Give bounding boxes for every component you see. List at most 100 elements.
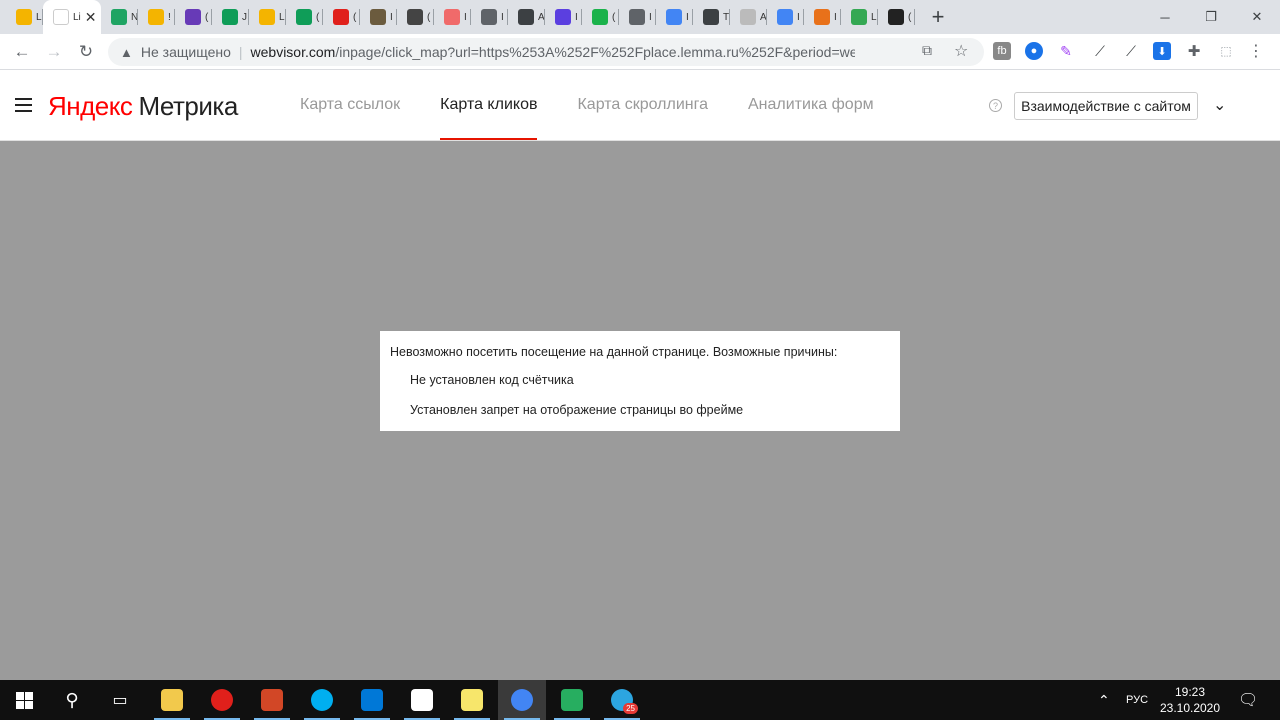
edge-icon: [361, 689, 383, 711]
browser-tab[interactable]: I: [434, 0, 471, 34]
browser-tab[interactable]: (: [286, 0, 323, 34]
asana-icon: [444, 9, 460, 25]
url-host: webvisor.com: [250, 44, 336, 60]
metrika-favicon-icon: [16, 9, 32, 25]
powerpoint-icon: [261, 689, 283, 711]
windows-logo-icon: [15, 691, 33, 709]
system-clock[interactable]: 19:23 23.10.2020: [1150, 684, 1230, 716]
address-bar[interactable]: ▲ Не защищено | webvisor.com /inpage/cli…: [108, 38, 984, 66]
browser-tab[interactable]: (: [582, 0, 619, 34]
tab-title: I: [390, 11, 393, 23]
url-path: /inpage/click_map?url=https%253A%252F%25…: [335, 44, 856, 60]
browser-tab[interactable]: I: [804, 0, 841, 34]
close-window-button[interactable]: ✕: [1234, 0, 1280, 34]
browser-tab[interactable]: A: [508, 0, 545, 34]
tray-chevron-up-icon[interactable]: ⌃: [1098, 680, 1110, 720]
download-extension-icon[interactable]: ⬇: [1153, 42, 1171, 60]
close-tab-icon[interactable]: ✕: [85, 9, 97, 26]
store-icon: [411, 689, 433, 711]
tab-title: !: [168, 11, 171, 23]
taskbar-app[interactable]: [298, 680, 346, 720]
profile-icon[interactable]: ⬚: [1217, 42, 1235, 60]
tab-list: L Li ✕ N! (J L ((I (I I A I (I I T A I I L (: [0, 0, 915, 34]
browser-tab[interactable]: J: [212, 0, 249, 34]
hamburger-menu-icon[interactable]: [15, 98, 32, 112]
tab-title: L: [279, 11, 285, 23]
browser-tab[interactable]: A: [730, 0, 767, 34]
search-icon[interactable]: ⚲: [48, 680, 96, 720]
tab-title: I: [649, 11, 652, 23]
browser-tab[interactable]: I: [619, 0, 656, 34]
taskbar-app[interactable]: [498, 680, 546, 720]
tab-title: T: [723, 11, 730, 23]
tab-title: A: [538, 11, 545, 23]
tab-title: I: [686, 11, 689, 23]
opera-icon: [211, 689, 233, 711]
chevron-down-icon[interactable]: ⌄: [1213, 95, 1226, 115]
notifications-icon[interactable]: 🗨: [1238, 680, 1258, 720]
tab-map[interactable]: Карта кликов: [440, 70, 538, 140]
tab-title: (: [427, 11, 431, 23]
browser-tab[interactable]: Li ✕: [43, 0, 101, 34]
back-button[interactable]: ←: [6, 36, 38, 68]
browser-tab[interactable]: I: [360, 0, 397, 34]
taskbar-app[interactable]: [398, 680, 446, 720]
tab-map[interactable]: Карта скроллинга: [577, 70, 708, 140]
feather-extension-icon[interactable]: ✎: [1057, 42, 1075, 60]
task-view-icon[interactable]: ▭: [96, 680, 144, 720]
browser-tab[interactable]: (: [878, 0, 915, 34]
browser-tab[interactable]: N: [101, 0, 138, 34]
tab-map[interactable]: Карта ссылок: [300, 70, 400, 140]
eyedropper-extension-icon[interactable]: ⟋: [1091, 42, 1109, 60]
menu-dots-icon[interactable]: ⋮: [1247, 42, 1265, 60]
tab-title: I: [501, 11, 504, 23]
taskbar-app[interactable]: 25: [598, 680, 646, 720]
browser-toolbar: ← → ↻ ▲ Не защищено | webvisor.com /inpa…: [0, 34, 1280, 70]
skype-icon: [311, 689, 333, 711]
taskbar-app[interactable]: [548, 680, 596, 720]
minimize-button[interactable]: ─: [1142, 0, 1188, 34]
browser-tab[interactable]: (: [323, 0, 360, 34]
tab-title: (: [612, 11, 616, 23]
taskbar-app[interactable]: [448, 680, 496, 720]
browser-tab[interactable]: I: [767, 0, 804, 34]
taskbar-app[interactable]: [198, 680, 246, 720]
pipette-extension-icon[interactable]: ⟋: [1122, 42, 1140, 60]
browser-tab[interactable]: !: [138, 0, 175, 34]
taskbar-app[interactable]: [148, 680, 196, 720]
start-button[interactable]: [0, 680, 48, 720]
extensions-puzzle-icon[interactable]: ✚: [1185, 42, 1203, 60]
google-slides-icon: [259, 9, 275, 25]
yandex-metrika-logo[interactable]: Яндекс Метрика: [48, 91, 238, 122]
security-label: Не защищено: [140, 44, 231, 60]
reload-button[interactable]: ↻: [70, 36, 102, 68]
browser-tab[interactable]: L: [6, 0, 43, 34]
tab-title: I: [575, 11, 578, 23]
site-interaction-button[interactable]: Взаимодействие с сайтом: [1014, 92, 1198, 120]
bookmark-star-icon[interactable]: ☆: [954, 41, 968, 61]
browser-tab[interactable]: I: [545, 0, 582, 34]
translate-icon[interactable]: ⧉: [922, 42, 932, 59]
taskbar-app[interactable]: [248, 680, 296, 720]
restore-button[interactable]: ❐: [1188, 0, 1234, 34]
error-reason: Установлен запрет на отображение страниц…: [410, 403, 744, 417]
blue-circle-extension-icon[interactable]: ●: [1025, 42, 1043, 60]
browser-tab[interactable]: (: [397, 0, 434, 34]
browser-tab[interactable]: L: [841, 0, 878, 34]
language-indicator[interactable]: РУС: [1126, 680, 1148, 720]
tab-title: J: [242, 11, 247, 23]
browser-tab[interactable]: I: [656, 0, 693, 34]
tab-map[interactable]: Аналитика форм: [748, 70, 874, 140]
help-icon[interactable]: ?: [989, 99, 1002, 112]
forward-button[interactable]: →: [38, 36, 70, 68]
image-icon: [370, 9, 386, 25]
browser-tab[interactable]: I: [471, 0, 508, 34]
fb-extension-icon[interactable]: fb: [993, 42, 1011, 60]
taskbar-app[interactable]: [348, 680, 396, 720]
google-slides-icon: [148, 9, 164, 25]
browser-tab[interactable]: L: [249, 0, 286, 34]
new-tab-button[interactable]: +: [923, 0, 953, 34]
browser-tab[interactable]: (: [175, 0, 212, 34]
warning-icon[interactable]: ▲: [120, 45, 133, 60]
browser-tab[interactable]: T: [693, 0, 730, 34]
